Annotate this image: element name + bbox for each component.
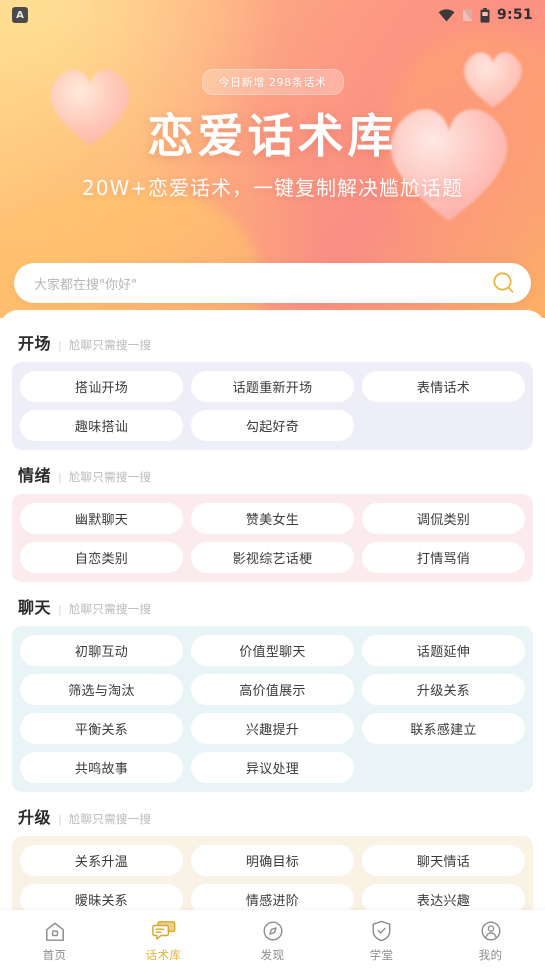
category-chip[interactable]: 幽默聊天	[20, 503, 183, 534]
category-chip[interactable]: 话题重新开场	[191, 371, 354, 402]
category-chip[interactable]: 联系感建立	[362, 713, 525, 744]
section-title: 聊天	[18, 598, 52, 617]
page-subtitle: 20W+恋爱话术，一键复制解决尴尬话题	[82, 176, 463, 200]
tab-discover[interactable]: 发现	[218, 920, 327, 963]
status-time: 9:51	[496, 7, 533, 23]
category-chip[interactable]: 兴趣提升	[191, 713, 354, 744]
status-bar: A 9:51	[0, 0, 545, 30]
tab-phrasebook[interactable]: 话术库	[109, 920, 218, 963]
search-icon[interactable]	[491, 270, 517, 296]
category-chip[interactable]: 高价值展示	[191, 674, 354, 705]
section-header: 情绪 | 尬聊只需搜一搜	[12, 456, 533, 494]
tab-home[interactable]: 首页	[0, 920, 109, 963]
section-header: 升级 | 尬聊只需搜一搜	[12, 798, 533, 836]
category-chip[interactable]: 初聊互动	[20, 635, 183, 666]
category-list: 开场 | 尬聊只需搜一搜 搭讪开场 话题重新开场 表情话术 趣味搭讪 勾起好奇 情绪 | 尬聊只需搜…	[0, 310, 545, 925]
section-subtitle: 尬聊只需搜一搜	[68, 338, 152, 352]
category-chip[interactable]: 打情骂俏	[362, 542, 525, 573]
status-bar-left: A	[12, 7, 28, 23]
section-title: 升级	[18, 808, 52, 827]
new-count-badge: 今日新增 298条话术	[201, 69, 344, 95]
category-section: 聊天 | 尬聊只需搜一搜初聊互动 价值型聊天 话题延伸筛选与淘汰 高价值展示 升级关系平衡关…	[12, 588, 533, 792]
section-header: 聊天 | 尬聊只需搜一搜	[12, 588, 533, 626]
home-icon	[44, 920, 66, 942]
category-chip[interactable]: 影视综艺话梗	[191, 542, 354, 573]
section-subtitle: 尬聊只需搜一搜	[68, 602, 152, 616]
chip-panel: 幽默聊天 赞美女生 调侃类别自恋类别 影视综艺话梗 打情骂俏	[12, 494, 533, 582]
section-divider: |	[58, 603, 62, 616]
category-chip[interactable]: 表情话术	[362, 371, 525, 402]
category-chip[interactable]: 调侃类别	[362, 503, 525, 534]
bottom-nav: 首页 话术库 发现 学堂 我的	[0, 910, 545, 973]
shield-icon	[371, 920, 392, 942]
page-title: 恋爱话术库	[147, 109, 398, 163]
category-chip[interactable]: 关系升温	[20, 845, 183, 876]
category-chip[interactable]: 聊天情话	[362, 845, 525, 876]
person-icon	[480, 920, 502, 942]
category-chip[interactable]: 自恋类别	[20, 542, 183, 573]
category-chip[interactable]: 话题延伸	[362, 635, 525, 666]
category-section: 情绪 | 尬聊只需搜一搜幽默聊天 赞美女生 调侃类别自恋类别 影视综艺话梗 打情骂俏	[12, 456, 533, 582]
tab-home-label: 首页	[42, 948, 67, 962]
section-header: 开场 | 尬聊只需搜一搜	[12, 324, 533, 362]
search-input[interactable]: 大家都在搜"你好"	[34, 274, 137, 293]
category-chip[interactable]: 趣味搭讪	[20, 410, 183, 441]
app-notification-icon: A	[12, 7, 28, 23]
search-bar[interactable]: 大家都在搜"你好"	[14, 263, 531, 303]
tab-academy[interactable]: 学堂	[327, 920, 436, 963]
tab-mine-label: 我的	[478, 948, 503, 962]
tab-academy-label: 学堂	[369, 948, 394, 962]
chip-panel: 初聊互动 价值型聊天 话题延伸筛选与淘汰 高价值展示 升级关系平衡关系 兴趣提升 联系感建立…	[12, 626, 533, 792]
category-chip[interactable]: 价值型聊天	[191, 635, 354, 666]
category-section: 升级 | 尬聊只需搜一搜 关系升温 明确目标 聊天情话 暧昧关系 情感进阶 表达兴趣	[12, 798, 533, 924]
category-chip[interactable]: 勾起好奇	[191, 410, 354, 441]
section-subtitle: 尬聊只需搜一搜	[68, 470, 152, 484]
category-chip[interactable]: 异议处理	[191, 752, 354, 783]
category-chip[interactable]: 筛选与淘汰	[20, 674, 183, 705]
chip-panel: 搭讪开场 话题重新开场 表情话术趣味搭讪 勾起好奇	[12, 362, 533, 450]
tab-phrasebook-label: 话术库	[145, 948, 182, 962]
category-chip[interactable]: 共鸣故事	[20, 752, 183, 783]
status-bar-right: 9:51	[438, 7, 533, 23]
wifi-icon	[438, 8, 455, 21]
signal-icon	[462, 9, 472, 21]
category-chip[interactable]: 平衡关系	[20, 713, 183, 744]
category-chip[interactable]: 明确目标	[191, 845, 354, 876]
section-subtitle: 尬聊只需搜一搜	[68, 812, 152, 826]
tab-mine[interactable]: 我的	[436, 920, 545, 963]
section-title: 开场	[18, 334, 52, 353]
chat-bubbles-icon	[151, 920, 176, 942]
category-chip[interactable]: 搭讪开场	[20, 371, 183, 402]
section-divider: |	[58, 339, 62, 352]
section-divider: |	[58, 471, 62, 484]
section-title: 情绪	[18, 466, 52, 485]
battery-icon	[480, 7, 490, 23]
tab-discover-label: 发现	[260, 948, 285, 962]
compass-icon	[262, 920, 284, 942]
section-divider: |	[58, 813, 62, 826]
category-section: 开场 | 尬聊只需搜一搜搭讪开场 话题重新开场 表情话术趣味搭讪 勾起好奇	[12, 324, 533, 450]
category-chip[interactable]: 赞美女生	[191, 503, 354, 534]
category-chip[interactable]: 升级关系	[362, 674, 525, 705]
